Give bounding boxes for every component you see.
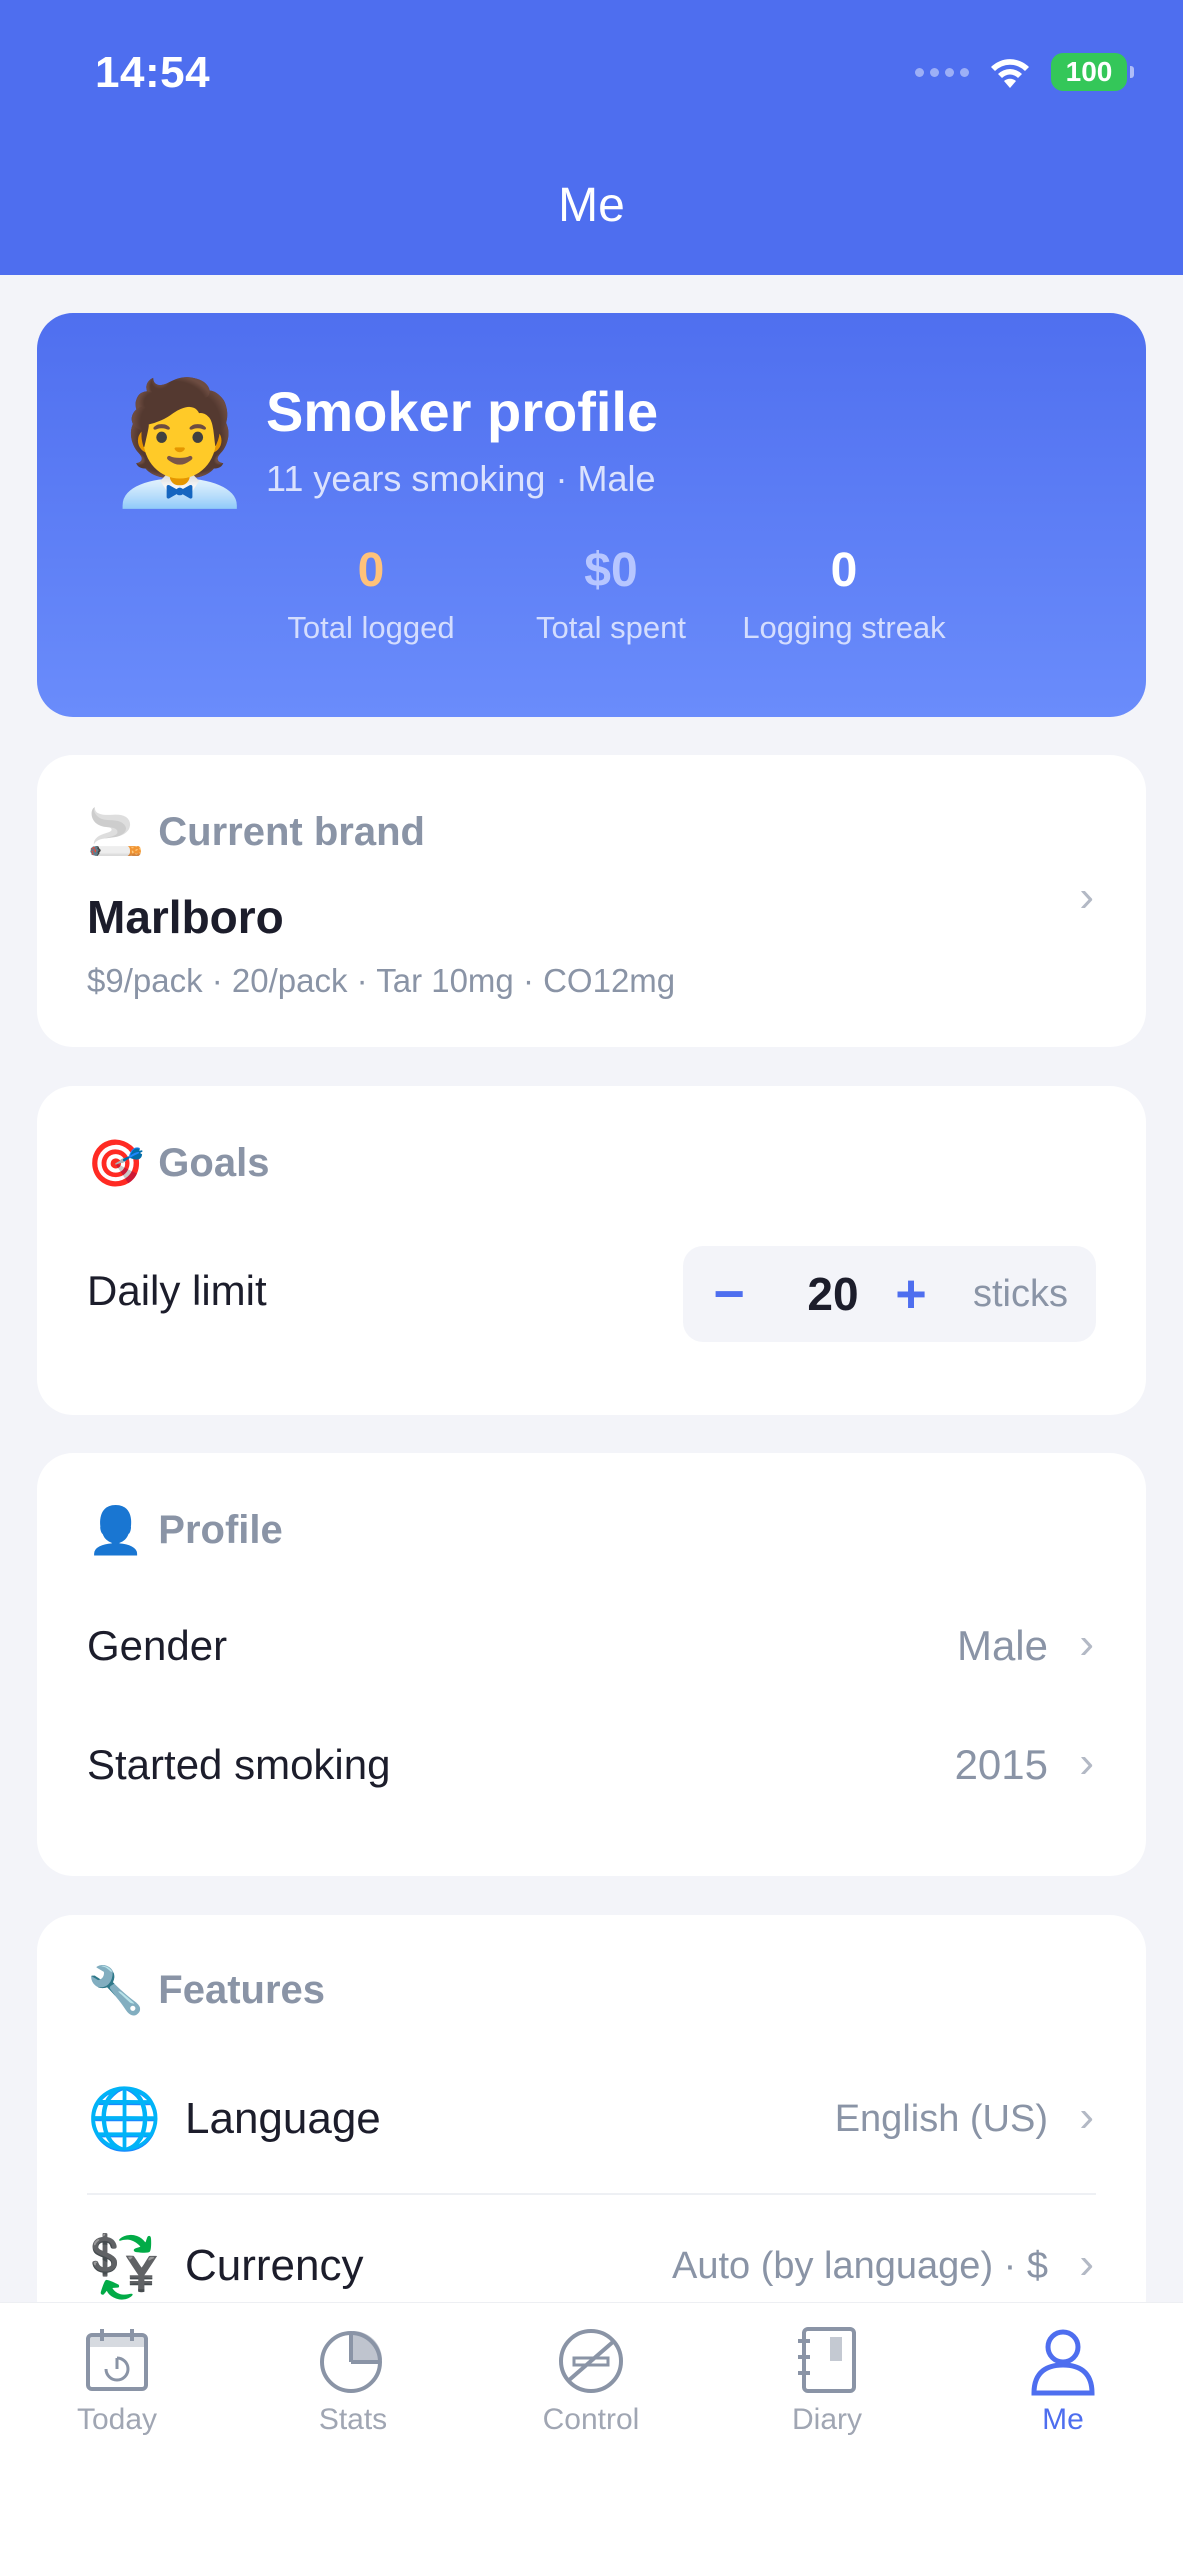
daily-limit-value: 20 <box>807 1268 859 1320</box>
tab-label: Control <box>542 2403 640 2436</box>
tab-label: Today <box>76 2403 158 2436</box>
signal-icon <box>915 67 969 77</box>
started-smoking-label: Started smoking <box>87 1741 391 1788</box>
language-value: English (US) <box>834 2098 1048 2140</box>
chevron-right-icon: › <box>1079 1619 1094 1668</box>
bottom-tab-bar: Today Stats Control Diary Me <box>0 2302 1183 2560</box>
target-icon: 🎯 <box>87 1137 145 1189</box>
wifi-icon <box>991 59 1029 88</box>
gender-label: Gender <box>87 1622 228 1669</box>
tab-stats[interactable]: Stats <box>253 2323 453 2437</box>
pie-chart-icon <box>320 2331 382 2393</box>
currency-label: Currency <box>185 2241 364 2290</box>
tab-label: Stats <box>318 2403 388 2436</box>
chevron-right-icon: › <box>1079 2092 1094 2141</box>
cigarette-icon: 🚬 <box>87 806 145 858</box>
wrench-icon: 🔧 <box>87 1964 145 2016</box>
section-label: Profile <box>158 1508 283 1552</box>
gender-value: Male <box>956 1622 1048 1669</box>
no-smoking-icon <box>559 2329 623 2393</box>
calendar-icon <box>86 2329 148 2391</box>
decrement-button[interactable]: − <box>699 1264 759 1324</box>
stat-label: Logging streak <box>742 609 946 645</box>
brand-details: $9/pack · 20/pack · Tar 10mg · CO12mg <box>87 962 676 999</box>
increment-button[interactable]: + <box>881 1264 941 1324</box>
notebook-icon <box>798 2327 856 2393</box>
goals-card: 🎯 Goals Daily limit − 20 + sticks <box>37 1086 1146 1415</box>
section-label: Current brand <box>158 810 425 854</box>
section-label: Features <box>158 1968 326 2012</box>
stat-value: 0 <box>830 544 858 597</box>
profile-subtitle: 11 years smoking · Male <box>266 458 656 499</box>
tab-me[interactable]: Me <box>963 2323 1163 2437</box>
stat-total-logged: 0 Total logged <box>241 544 501 646</box>
tab-label: Diary <box>791 2403 862 2436</box>
section-title-features: 🔧 Features <box>87 1963 325 2018</box>
features-card: 🔧 Features 🌐 Language English (US) › 💱 C… <box>37 1915 1146 2335</box>
page-title: Me <box>558 179 625 232</box>
chevron-right-icon: › <box>1079 2239 1094 2288</box>
status-time: 14:54 <box>95 48 211 97</box>
profile-settings-card: 👤 Profile Gender Male › Started smoking … <box>37 1453 1146 1876</box>
currency-value: Auto (by language) · $ <box>671 2245 1048 2287</box>
divider <box>87 2193 1096 2195</box>
person-icon <box>1031 2329 1095 2396</box>
unit-label: sticks <box>973 1273 1068 1315</box>
chevron-right-icon: › <box>1079 1738 1094 1787</box>
avatar: 🧑‍💼 <box>105 376 255 510</box>
profile-title: Smoker profile <box>266 380 659 443</box>
language-label: Language <box>185 2094 381 2143</box>
section-title-goals: 🎯 Goals <box>87 1136 269 1191</box>
section-title-current-brand: 🚬 Current brand <box>87 805 425 860</box>
stat-value: 0 <box>357 544 385 597</box>
current-brand-card[interactable]: 🚬 Current brand Marlboro $9/pack · 20/pa… <box>37 755 1146 1047</box>
section-title-profile: 👤 Profile <box>87 1503 283 1558</box>
stat-logging-streak: 0 Logging streak <box>689 544 999 646</box>
daily-limit-label: Daily limit <box>87 1267 267 1314</box>
chevron-right-icon: › <box>1079 872 1094 921</box>
started-smoking-value: 2015 <box>954 1741 1048 1788</box>
tab-control[interactable]: Control <box>491 2323 691 2437</box>
daily-limit-stepper: − 20 + sticks <box>683 1246 1096 1342</box>
person-silhouette-icon: 👤 <box>87 1504 145 1556</box>
stat-label: Total logged <box>287 609 455 645</box>
top-header: 14:54 100 Me <box>0 0 1183 275</box>
tab-today[interactable]: Today <box>17 2323 217 2437</box>
currency-exchange-icon: 💱 <box>87 2233 162 2300</box>
battery-icon: 100 <box>1051 53 1134 91</box>
status-indicators: 100 <box>915 48 1134 96</box>
globe-icon: 🌐 <box>87 2085 162 2152</box>
tab-diary[interactable]: Diary <box>727 2323 927 2437</box>
profile-summary-card: 🧑‍💼 Smoker profile 11 years smoking · Ma… <box>37 313 1146 717</box>
section-label: Goals <box>158 1141 270 1185</box>
tab-label: Me <box>1042 2403 1084 2436</box>
brand-name: Marlboro <box>87 891 284 943</box>
